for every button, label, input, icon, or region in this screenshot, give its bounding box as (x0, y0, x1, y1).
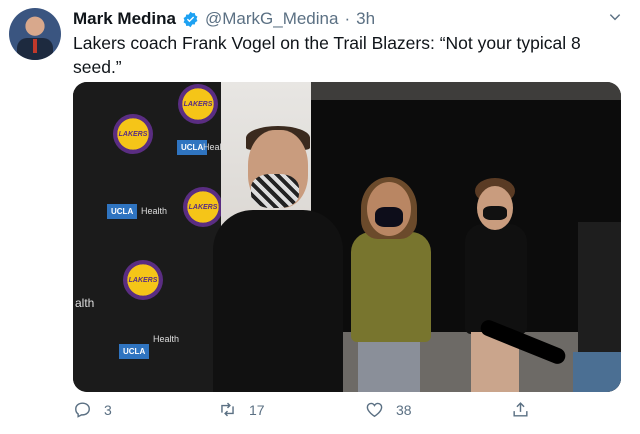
share-icon (513, 402, 528, 417)
reporter-1-mask (375, 207, 403, 227)
health-text: Health (153, 334, 180, 344)
share-button[interactable] (511, 400, 530, 419)
coach-mask (251, 174, 299, 208)
chevron-down-icon[interactable] (608, 10, 622, 24)
ucla-logo: UCLA (119, 344, 150, 359)
tweet-video[interactable]: LAKERS LAKERS LAKERS LAKERS UCLA Health … (73, 82, 621, 392)
reply-count: 3 (104, 401, 112, 418)
person-right (578, 222, 621, 362)
like-button[interactable]: 38 (365, 400, 412, 419)
tweet-text: Lakers coach Frank Vogel on the Trail Bl… (73, 33, 581, 77)
tweet-actions: 3 17 38 (73, 400, 621, 426)
reporter-1 (351, 232, 431, 342)
retweet-button[interactable]: 17 (218, 400, 265, 419)
avatar-tie (33, 39, 37, 53)
health-text: Health (141, 206, 168, 216)
person-right-legs (573, 352, 621, 392)
tweet-time[interactable]: 3h (356, 9, 375, 29)
retweet-count: 17 (249, 401, 265, 418)
time-separator: · (344, 9, 351, 28)
author-avatar[interactable] (9, 8, 61, 60)
lakers-logo: LAKERS (123, 260, 163, 300)
reporter-2 (465, 224, 527, 334)
health-text-fragment: alth (75, 296, 95, 310)
reporter-1-legs (358, 337, 420, 392)
reply-button[interactable]: 3 (73, 400, 112, 419)
lakers-logo: LAKERS (178, 84, 218, 124)
verified-badge-icon (183, 11, 198, 27)
reply-icon (75, 402, 90, 418)
retweet-icon (221, 402, 234, 417)
author-name[interactable]: Mark Medina (73, 9, 176, 29)
like-icon (366, 402, 383, 418)
reporter-2-mask (483, 206, 507, 220)
lakers-logo: LAKERS (183, 187, 223, 227)
like-count: 38 (396, 401, 412, 418)
lakers-logo: LAKERS (113, 114, 153, 154)
tweet-header: Mark Medina @MarkG_Medina · 3h (73, 8, 375, 30)
ucla-logo: UCLA (107, 204, 138, 219)
coach (213, 210, 343, 392)
author-handle[interactable]: @MarkG_Medina (205, 9, 338, 29)
